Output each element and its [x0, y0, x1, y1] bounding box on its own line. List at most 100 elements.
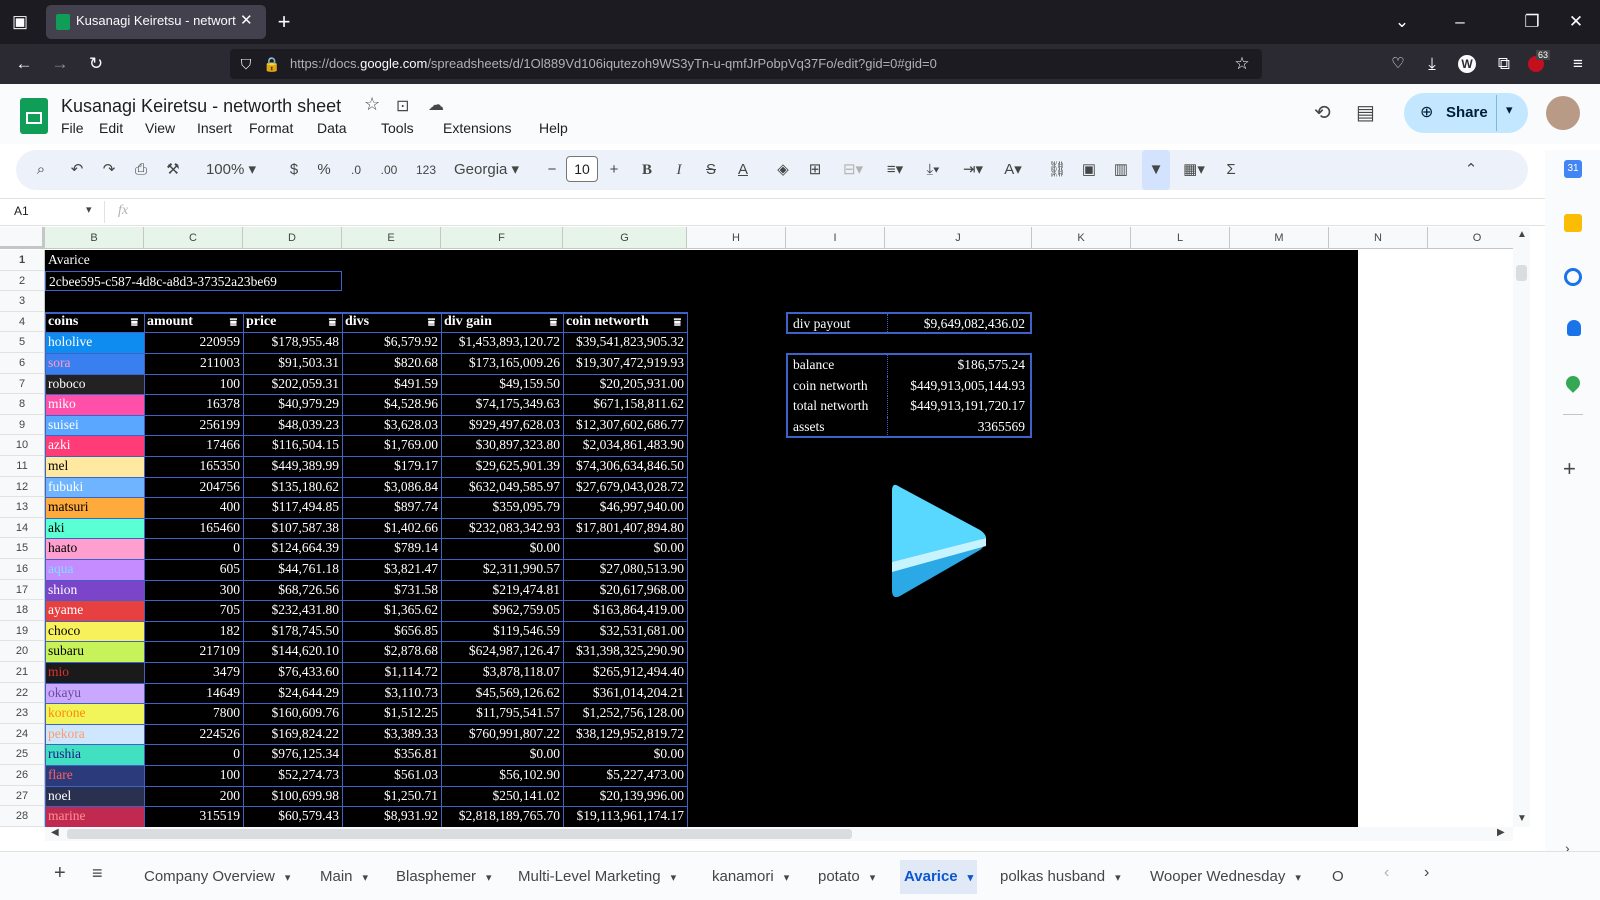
table-cell[interactable]: 100	[144, 765, 243, 786]
row-header-25[interactable]: 25	[0, 744, 45, 765]
chevron-down-icon[interactable]: ⌄	[1390, 10, 1414, 34]
coin-name-cell[interactable]: sora	[45, 353, 144, 374]
sheet-tab-menu-icon[interactable]: ▾	[363, 872, 369, 884]
table-cell[interactable]: $179.17	[342, 456, 441, 477]
undo-icon[interactable]: ↶	[66, 150, 88, 190]
comments-icon[interactable]: ▤	[1356, 100, 1375, 125]
table-cell[interactable]: $3,628.03	[342, 415, 441, 436]
filter-icon[interactable]: ⩸	[131, 312, 138, 332]
table-cell[interactable]: 315519	[144, 806, 243, 827]
strikethrough-button[interactable]: S	[700, 150, 722, 190]
new-tab-icon[interactable]: +	[272, 10, 296, 34]
table-cell[interactable]: 165460	[144, 518, 243, 539]
coin-name-cell[interactable]: flare	[45, 765, 144, 786]
tasks-icon[interactable]	[1564, 268, 1582, 286]
row-header-6[interactable]: 6	[0, 353, 45, 374]
share-dropdown-icon[interactable]: ▾	[1506, 102, 1513, 118]
table-cell[interactable]: $232,083,342.93	[441, 518, 563, 539]
coin-name-cell[interactable]: aqua	[45, 559, 144, 580]
column-header-cell-coins[interactable]: coins ⩸	[45, 312, 144, 333]
spreadsheet-grid[interactable]: BCDEFGHIJKLMNO 1 2 3 4 5 6 7 8 9 10 11 12 13 14 15 16 17…	[0, 227, 1530, 841]
table-cell[interactable]: $760,991,807.22	[441, 724, 563, 745]
insert-comment-icon[interactable]: ▣	[1078, 150, 1100, 190]
column-header-h[interactable]: H	[687, 227, 786, 249]
browser-tab[interactable]: Kusanagi Keiretsu - networth sh ✕	[46, 5, 266, 39]
shield-icon[interactable]: ⛉	[234, 52, 258, 76]
horizontal-scrollbar[interactable]: ◀ ▶	[45, 827, 1513, 841]
table-cell[interactable]: $671,158,811.62	[563, 394, 687, 415]
table-cell[interactable]: $3,878,118.07	[441, 662, 563, 683]
sheet-tab-menu-icon[interactable]: ▾	[784, 872, 790, 884]
table-cell[interactable]: 16378	[144, 394, 243, 415]
keep-icon[interactable]	[1564, 214, 1582, 232]
coin-name-cell[interactable]: pekora	[45, 723, 144, 745]
table-cell[interactable]: $17,801,407,894.80	[563, 518, 687, 539]
sheet-tab-avarice[interactable]: Avarice ▾	[900, 860, 978, 894]
coin-name-cell[interactable]: rushia	[45, 744, 144, 765]
menu-item-help[interactable]: Help	[539, 120, 568, 136]
row-header-2[interactable]: 2	[0, 270, 45, 292]
minimize-icon[interactable]: –	[1448, 10, 1472, 34]
coin-name-cell[interactable]: roboco	[45, 373, 144, 395]
table-cell[interactable]: $30,897,323.80	[441, 435, 563, 456]
sheet-tab-kanamori[interactable]: kanamori ▾	[708, 860, 793, 894]
table-cell[interactable]: $20,205,931.00	[563, 374, 687, 395]
table-cell[interactable]: $561.03	[342, 765, 441, 786]
vertical-scrollbar[interactable]: ▲ ▼	[1513, 227, 1530, 827]
coin-name-cell[interactable]: korone	[45, 703, 144, 724]
row-header-23[interactable]: 23	[0, 703, 45, 724]
star-icon[interactable]: ☆	[1230, 52, 1254, 76]
summary-value-assets[interactable]: 3365569	[887, 416, 1028, 438]
coin-name-cell[interactable]: shion	[45, 579, 144, 601]
coin-name-cell[interactable]: choco	[45, 620, 144, 642]
table-cell[interactable]: $976,125.34	[243, 744, 342, 765]
row-header-17[interactable]: 17	[0, 579, 45, 601]
table-cell[interactable]: $232,431.80	[243, 600, 342, 621]
filter-icon[interactable]: ⩸	[329, 312, 336, 332]
font-size-input[interactable]: 10	[566, 156, 598, 182]
table-cell[interactable]: 400	[144, 497, 243, 518]
sheet-tab-main[interactable]: Main ▾	[316, 860, 372, 894]
row-header-7[interactable]: 7	[0, 373, 45, 395]
table-cell[interactable]: $1,769.00	[342, 435, 441, 456]
table-cell[interactable]: $4,528.96	[342, 394, 441, 415]
table-cell[interactable]: $789.14	[342, 538, 441, 559]
table-cell[interactable]: 220959	[144, 332, 243, 353]
table-cell[interactable]: $116,504.15	[243, 435, 342, 456]
row-header-27[interactable]: 27	[0, 785, 45, 807]
maps-icon[interactable]	[1563, 373, 1583, 393]
table-cell[interactable]: 300	[144, 580, 243, 601]
column-header-cell-div-gain[interactable]: div gain ⩸	[441, 312, 563, 333]
table-cell[interactable]: $1,252,756,128.00	[563, 703, 687, 724]
menu-item-format[interactable]: Format	[249, 120, 293, 136]
table-cell[interactable]: $178,745.50	[243, 621, 342, 642]
text-rotation-icon[interactable]: A▾	[996, 150, 1030, 190]
table-cell[interactable]: 0	[144, 744, 243, 765]
table-cell[interactable]: $144,620.10	[243, 641, 342, 662]
table-cell[interactable]: $12,307,602,686.77	[563, 415, 687, 436]
sheet-tab-o[interactable]: O	[1328, 860, 1348, 894]
sheet-tab-blasphemer[interactable]: Blasphemer ▾	[392, 860, 496, 894]
table-cell[interactable]: $3,821.47	[342, 559, 441, 580]
coin-name-cell[interactable]: fubuki	[45, 476, 144, 498]
insert-link-icon[interactable]: ⛓	[1046, 150, 1068, 190]
window-close-icon[interactable]: ✕	[1564, 10, 1588, 34]
table-cell[interactable]: $6,579.92	[342, 332, 441, 353]
table-cell[interactable]: 0	[144, 538, 243, 559]
maximize-icon[interactable]: ❐	[1520, 10, 1544, 34]
sheet-tab-polkas-husband[interactable]: polkas husband ▾	[996, 860, 1125, 894]
borders-icon[interactable]: ⊞	[804, 150, 826, 190]
move-folder-icon[interactable]: ⊡	[396, 96, 409, 116]
star-icon[interactable]: ☆	[364, 94, 380, 115]
row-header-11[interactable]: 11	[0, 456, 45, 477]
table-cell[interactable]: $20,139,996.00	[563, 786, 687, 807]
coin-name-cell[interactable]: haato	[45, 538, 144, 559]
table-cell[interactable]: $0.00	[563, 538, 687, 559]
percent-format-button[interactable]: %	[314, 150, 334, 190]
table-cell[interactable]: $56,102.90	[441, 765, 563, 786]
table-cell[interactable]: $29,625,901.39	[441, 456, 563, 477]
column-header-b[interactable]: B	[45, 227, 144, 249]
filter-icon[interactable]: ⩸	[674, 312, 681, 332]
table-cell[interactable]: $202,059.31	[243, 374, 342, 395]
table-cell[interactable]: $1,402.66	[342, 518, 441, 539]
